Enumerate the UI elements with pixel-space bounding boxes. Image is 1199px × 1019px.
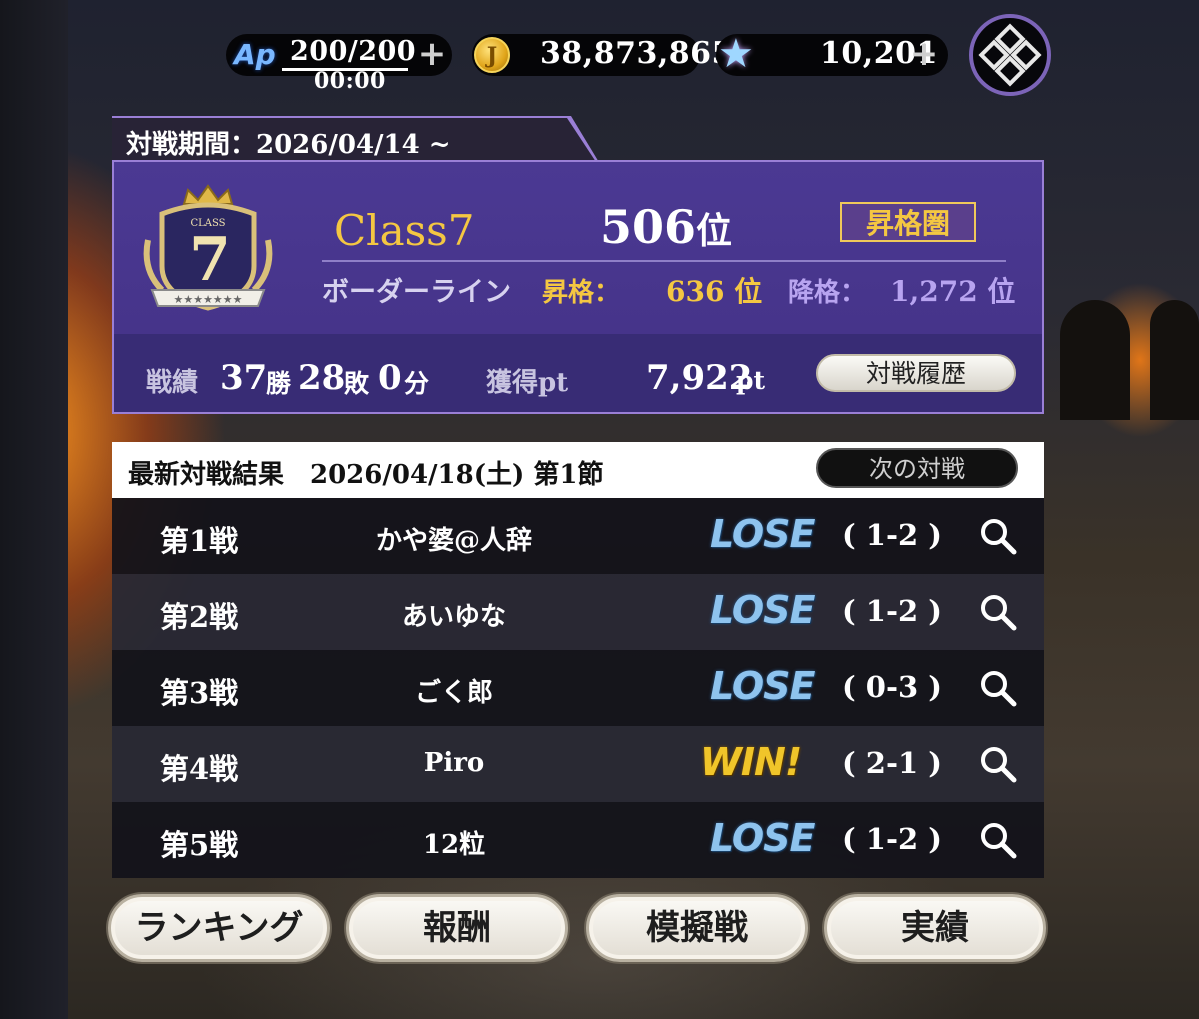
ranking-button[interactable]: ランキング: [108, 894, 330, 962]
coin-icon: J: [474, 37, 510, 73]
match-score: ( 2-1 ): [841, 746, 943, 780]
reward-button[interactable]: 報酬: [346, 894, 568, 962]
latest-results-title: 最新対戦結果 2026/04/18(土) 第1節: [128, 460, 604, 490]
promote-label: 昇格：: [542, 278, 621, 308]
points-unit: pt: [736, 366, 766, 395]
opponent-name: あいゆな: [401, 602, 506, 632]
record-label: 戦績: [146, 368, 199, 398]
current-rank: 506位: [600, 200, 732, 254]
left-edge-strip: [0, 0, 68, 1019]
menu-button[interactable]: [969, 14, 1051, 96]
rank-suffix: 位: [696, 210, 733, 252]
class-panel: CLASS 7 ★★★★★★★ Class7 506位 昇格圏 ボーダーライン …: [112, 160, 1044, 414]
battle-history-button[interactable]: 対戦履歴: [816, 354, 1016, 392]
border-line-label: ボーダーライン: [322, 277, 511, 308]
match-row: 第3戦 ごく郎 LOSE ( 0-3 ): [112, 650, 1044, 726]
opponent-name: かや婆@人辞: [375, 526, 532, 556]
match-row: 第4戦 Piro WIN! ( 2-1 ): [112, 726, 1044, 802]
demote-value: 1,272 位: [890, 275, 1016, 308]
match-number: 第2戦: [160, 600, 239, 634]
svg-text:★★★★★★★: ★★★★★★★: [173, 293, 242, 306]
match-score: ( 1-2 ): [841, 594, 943, 628]
class-name: Class7: [334, 206, 475, 255]
opponent-name: 12粒: [422, 830, 486, 860]
match-number: 第3戦: [160, 676, 239, 710]
arena-arch: [1150, 300, 1199, 420]
class-emblem-icon: CLASS 7 ★★★★★★★: [143, 184, 273, 311]
points-label: 獲得pt: [486, 368, 569, 398]
result-badge: LOSE: [710, 588, 815, 632]
match-score: ( 1-2 ): [841, 518, 943, 552]
gem-plus-icon[interactable]: +: [908, 37, 940, 71]
emblem-number: 7: [189, 225, 231, 295]
ap-icon: Ap: [234, 38, 276, 71]
coin-value: 38,873,865: [540, 36, 733, 71]
ap-plus-icon[interactable]: +: [416, 37, 448, 71]
match-row: 第5戦 12粒 LOSE ( 1-2 ): [112, 802, 1044, 878]
match-number: 第4戦: [160, 752, 239, 786]
match-score: ( 1-2 ): [841, 822, 943, 856]
result-badge: WIN!: [700, 740, 802, 784]
losses-count: 28: [298, 358, 346, 398]
match-row: 第2戦 あいゆな LOSE ( 1-2 ): [112, 574, 1044, 650]
coin-counter: J 38,873,865: [472, 34, 732, 76]
search-icon[interactable]: [978, 668, 1018, 708]
star-gem-icon: ★: [718, 31, 754, 77]
promote-value: 636 位: [666, 275, 763, 308]
match-row: 第1戦 かや婆@人辞 LOSE ( 1-2 ): [112, 498, 1044, 574]
draws-unit: 分: [404, 369, 430, 398]
rank-number: 506: [600, 200, 697, 254]
wins-count: 37: [220, 358, 268, 398]
arena-arch: [1060, 300, 1130, 420]
search-icon[interactable]: [978, 744, 1018, 784]
promotion-zone-badge: 昇格圏: [840, 202, 976, 242]
opponent-name: Piro: [423, 748, 485, 778]
next-battle-button[interactable]: 次の対戦: [816, 448, 1018, 488]
search-icon[interactable]: [978, 592, 1018, 632]
ap-value: 200/200: [290, 36, 417, 67]
match-score: ( 0-3 ): [841, 670, 943, 704]
panel-divider: [322, 260, 1006, 262]
ap-timer: 00:00: [314, 68, 386, 94]
result-badge: LOSE: [710, 664, 815, 708]
losses-unit: 敗: [344, 369, 370, 398]
gem-counter: ★ 10,201 +: [716, 31, 948, 77]
achievements-button[interactable]: 実績: [824, 894, 1046, 962]
result-badge: LOSE: [710, 512, 815, 556]
draws-count: 0: [378, 358, 402, 398]
knot-menu-icon: [978, 23, 1042, 87]
mock-battle-button[interactable]: 模擬戦: [586, 894, 808, 962]
ap-counter: Ap 200/200 00:00 +: [226, 34, 452, 94]
search-icon[interactable]: [978, 516, 1018, 556]
latest-results-header: 最新対戦結果 2026/04/18(土) 第1節 次の対戦: [112, 442, 1044, 498]
wins-unit: 勝: [266, 369, 292, 398]
demote-label: 降格：: [788, 278, 867, 308]
search-icon[interactable]: [978, 820, 1018, 860]
result-badge: LOSE: [710, 816, 815, 860]
opponent-name: ごく郎: [414, 678, 493, 708]
match-number: 第5戦: [160, 828, 239, 862]
match-number: 第1戦: [160, 524, 239, 558]
period-tab: 対戦期間：2026/04/14 ~ 2026/04/19: [112, 118, 596, 162]
